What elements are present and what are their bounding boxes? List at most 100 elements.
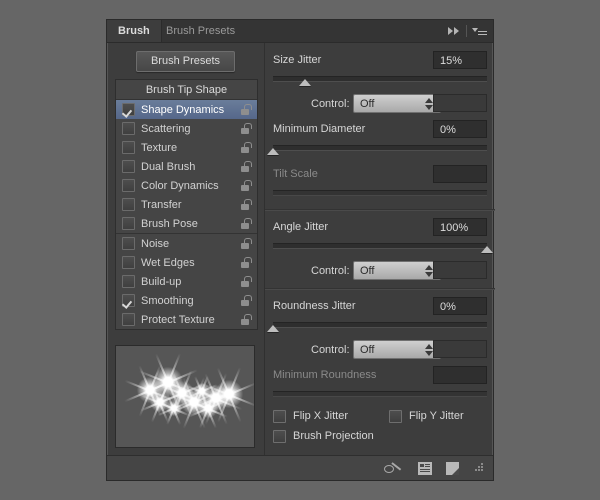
checkbox-box [389, 409, 403, 423]
roundness-jitter-slider[interactable] [267, 320, 487, 334]
angle-jitter-slider[interactable] [273, 241, 493, 255]
slider-thumb[interactable] [267, 148, 279, 155]
brush-option-checkbox[interactable] [122, 256, 135, 269]
brush-option-row[interactable]: Dual Brush [116, 157, 257, 176]
size-control-aux-field[interactable] [433, 94, 487, 112]
flip-y-jitter-checkbox[interactable]: Flip Y Jitter [389, 409, 464, 423]
roundness-control-aux-field[interactable] [433, 340, 487, 358]
roundness-jitter-label: Roundness Jitter [273, 300, 356, 312]
roundness-jitter-value[interactable]: 0% [433, 297, 487, 315]
unlocked-padlock-icon[interactable] [241, 123, 252, 134]
slider-thumb[interactable] [267, 325, 279, 332]
unlocked-padlock-icon[interactable] [241, 161, 252, 172]
size-control-row: Control: Off [273, 94, 487, 114]
shape-dynamics-controls: Size Jitter 15% Control: Off Minimum Dia… [265, 43, 495, 458]
chevron-updown-icon [425, 265, 433, 277]
toggle-brush-stroke-icon[interactable] [384, 461, 404, 475]
brush-option-row[interactable]: Color Dynamics [116, 176, 257, 195]
brush-option-row[interactable]: Wet Edges [116, 253, 257, 272]
roundness-control-select[interactable]: Off [353, 340, 441, 359]
slider-thumb[interactable] [299, 79, 312, 86]
roundness-control-value: Off [360, 344, 375, 356]
brush-option-label: Build-up [141, 275, 182, 288]
brush-option-checkbox[interactable] [122, 237, 135, 250]
angle-jitter-row: Angle Jitter 100% [273, 218, 487, 238]
brush-option-label: Noise [141, 237, 170, 250]
unlocked-padlock-icon[interactable] [241, 180, 252, 191]
angle-control-select[interactable]: Off [353, 261, 441, 280]
flip-options: Flip X Jitter Flip Y Jitter Brush Projec… [273, 406, 487, 446]
brush-option-label: Texture [141, 141, 178, 154]
unlocked-padlock-icon[interactable] [241, 104, 252, 115]
brush-option-row[interactable]: Noise [116, 233, 257, 253]
brush-option-checkbox[interactable] [122, 275, 135, 288]
brush-option-checkbox[interactable] [122, 313, 135, 326]
checkbox-box [273, 429, 286, 443]
size-jitter-label: Size Jitter [273, 54, 322, 66]
roundness-control-row: Control: Off [273, 340, 487, 360]
brush-option-checkbox[interactable] [122, 160, 135, 173]
brush-option-label: Brush Pose [141, 217, 198, 230]
brush-option-checkbox[interactable] [122, 198, 135, 211]
brush-option-checkbox[interactable] [122, 103, 135, 116]
brush-option-checkbox[interactable] [122, 141, 135, 154]
chevron-updown-icon [425, 98, 433, 110]
brush-option-row[interactable]: Texture [116, 138, 257, 157]
brush-tip-shape-row[interactable]: Brush Tip Shape [116, 80, 257, 100]
flip-y-jitter-label: Flip Y Jitter [409, 410, 464, 422]
minimum-roundness-slider [273, 389, 487, 403]
brush-presets-button[interactable]: Brush Presets [135, 51, 236, 72]
brush-option-label: Dual Brush [141, 160, 196, 173]
brush-option-row[interactable]: Protect Texture [116, 310, 257, 329]
brush-option-label: Wet Edges [141, 256, 195, 269]
minimum-diameter-slider[interactable] [267, 143, 487, 157]
brush-projection-label: Brush Projection [293, 430, 374, 442]
brush-option-label: Smoothing [141, 294, 194, 307]
angle-control-row: Control: Off [273, 261, 487, 281]
unlocked-padlock-icon[interactable] [241, 238, 252, 249]
brush-option-checkbox[interactable] [122, 217, 135, 230]
brush-option-checkbox[interactable] [122, 179, 135, 192]
minimum-diameter-label: Minimum Diameter [273, 123, 366, 135]
size-jitter-slider[interactable] [273, 74, 487, 88]
brush-projection-checkbox[interactable]: Brush Projection [273, 429, 374, 443]
unlocked-padlock-icon[interactable] [241, 295, 252, 306]
panel-menu-icon[interactable] [472, 26, 487, 37]
unlocked-padlock-icon[interactable] [241, 142, 252, 153]
brush-option-row[interactable]: Build-up [116, 272, 257, 291]
unlocked-padlock-icon[interactable] [241, 314, 252, 325]
flip-x-jitter-checkbox[interactable]: Flip X Jitter [273, 409, 348, 423]
angle-jitter-value[interactable]: 100% [433, 218, 487, 236]
tab-brush-presets[interactable]: Brush Presets [155, 20, 246, 42]
size-jitter-row: Size Jitter 15% [273, 51, 487, 71]
unlocked-padlock-icon[interactable] [241, 199, 252, 210]
size-control-label: Control: [311, 98, 350, 110]
section-divider [265, 288, 495, 290]
size-jitter-value[interactable]: 15% [433, 51, 487, 69]
tab-brush[interactable]: Brush [107, 20, 162, 42]
brush-option-row[interactable]: Smoothing [116, 291, 257, 310]
minimum-diameter-row: Minimum Diameter 0% [273, 120, 487, 140]
resize-grip-icon[interactable] [475, 463, 485, 473]
brush-option-row[interactable]: Brush Pose [116, 214, 257, 233]
angle-control-aux-field[interactable] [433, 261, 487, 279]
new-brush-preset-icon[interactable] [446, 461, 459, 475]
size-control-select[interactable]: Off [353, 94, 441, 113]
brush-option-checkbox[interactable] [122, 122, 135, 135]
brush-option-row[interactable]: Shape Dynamics [116, 100, 257, 119]
brush-option-row[interactable]: Transfer [116, 195, 257, 214]
unlocked-padlock-icon[interactable] [241, 257, 252, 268]
unlocked-padlock-icon[interactable] [241, 218, 252, 229]
toggle-brush-panel-icon[interactable] [418, 461, 432, 475]
brush-option-row[interactable]: Scattering [116, 119, 257, 138]
minimum-diameter-value[interactable]: 0% [433, 120, 487, 138]
brush-option-checkbox[interactable] [122, 294, 135, 307]
slider-track [273, 243, 487, 249]
panel-tab-bar: Brush Brush Presets [107, 20, 493, 43]
unlocked-padlock-icon[interactable] [241, 276, 252, 287]
collapse-panel-icon[interactable] [447, 25, 461, 37]
angle-control-label: Control: [311, 265, 350, 277]
divider [466, 25, 467, 37]
brush-option-label: Transfer [141, 198, 182, 211]
slider-thumb[interactable] [481, 246, 493, 253]
